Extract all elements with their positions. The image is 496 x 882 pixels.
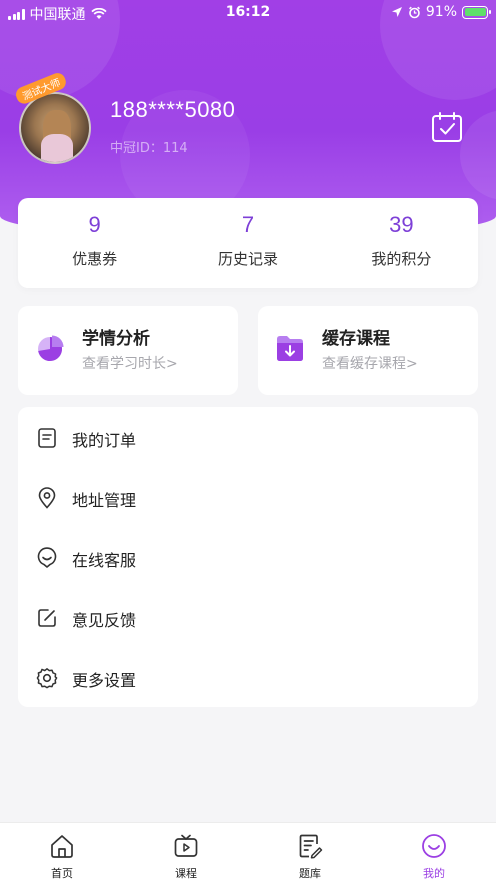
- tab-label: 首页: [51, 867, 73, 880]
- notebook-icon: [299, 834, 323, 859]
- stat-history[interactable]: 7 历史记录: [171, 198, 324, 288]
- gear-icon: [36, 668, 58, 689]
- avatar[interactable]: [19, 92, 91, 164]
- menu-item-label: 意见反馈: [72, 611, 137, 630]
- tab-label: 课程: [175, 867, 197, 880]
- user-phone: 188****5080: [110, 97, 236, 122]
- bottom-tab-bar: 首页 课程 题库 我的: [0, 822, 496, 882]
- menu-item-label: 地址管理: [72, 491, 137, 510]
- stat-value: 39: [389, 212, 414, 237]
- smile-icon: [422, 834, 446, 858]
- stat-value: 9: [88, 212, 101, 237]
- status-bar: 中国联通 16:12 91%: [0, 0, 496, 26]
- menu-item-address[interactable]: 地址管理: [18, 467, 478, 527]
- learning-analysis-card[interactable]: 学情分析 查看学习时长>: [18, 306, 238, 395]
- tab-question-bank[interactable]: 题库: [248, 823, 372, 882]
- menu-item-settings[interactable]: 更多设置: [18, 647, 478, 707]
- cached-courses-card[interactable]: 缓存课程 查看缓存课程>: [258, 306, 478, 395]
- location-arrow-icon: [391, 7, 402, 17]
- tab-mine[interactable]: 我的: [372, 823, 496, 882]
- tv-icon: [174, 834, 198, 857]
- tab-courses[interactable]: 课程: [124, 823, 248, 882]
- tab-home[interactable]: 首页: [0, 823, 124, 882]
- pie-chart-icon: [38, 335, 64, 361]
- customer-service-icon: [37, 547, 57, 568]
- decor-bubble: [460, 110, 496, 200]
- tab-label: 题库: [299, 867, 321, 880]
- card-title: 学情分析: [82, 329, 150, 349]
- order-icon: [38, 428, 56, 448]
- menu-item-label: 更多设置: [72, 671, 137, 690]
- menu-list: 我的订单 地址管理 在线客服 意见反馈 更多设置: [18, 407, 478, 707]
- card-title: 缓存课程: [322, 329, 390, 349]
- stat-value: 7: [241, 212, 255, 237]
- home-icon: [51, 835, 73, 858]
- stats-panel: 9 优惠券 7 历史记录 39 我的积分: [18, 198, 478, 288]
- menu-item-label: 在线客服: [72, 551, 137, 570]
- stat-coupons[interactable]: 9 优惠券: [18, 198, 171, 288]
- menu-item-customer-service[interactable]: 在线客服: [18, 527, 478, 587]
- edit-feedback-icon: [38, 609, 56, 627]
- battery-icon: [462, 5, 491, 19]
- user-id: 中冠ID：114: [110, 141, 188, 156]
- location-pin-icon: [38, 487, 56, 509]
- stat-points[interactable]: 39 我的积分: [325, 198, 478, 288]
- stat-label: 历史记录: [217, 250, 278, 268]
- battery-percent: 91%: [425, 4, 457, 20]
- menu-item-label: 我的订单: [72, 431, 137, 450]
- calendar-check-icon[interactable]: [430, 110, 464, 144]
- tab-label: 我的: [423, 867, 445, 880]
- menu-item-orders[interactable]: 我的订单: [18, 407, 478, 467]
- alarm-icon: [408, 6, 420, 18]
- card-subtitle: 查看缓存课程>: [322, 356, 418, 372]
- card-subtitle: 查看学习时长>: [82, 356, 178, 372]
- stat-label: 我的积分: [371, 250, 432, 268]
- download-folder-icon: [277, 336, 303, 361]
- menu-item-feedback[interactable]: 意见反馈: [18, 587, 478, 647]
- stat-label: 优惠券: [72, 250, 118, 268]
